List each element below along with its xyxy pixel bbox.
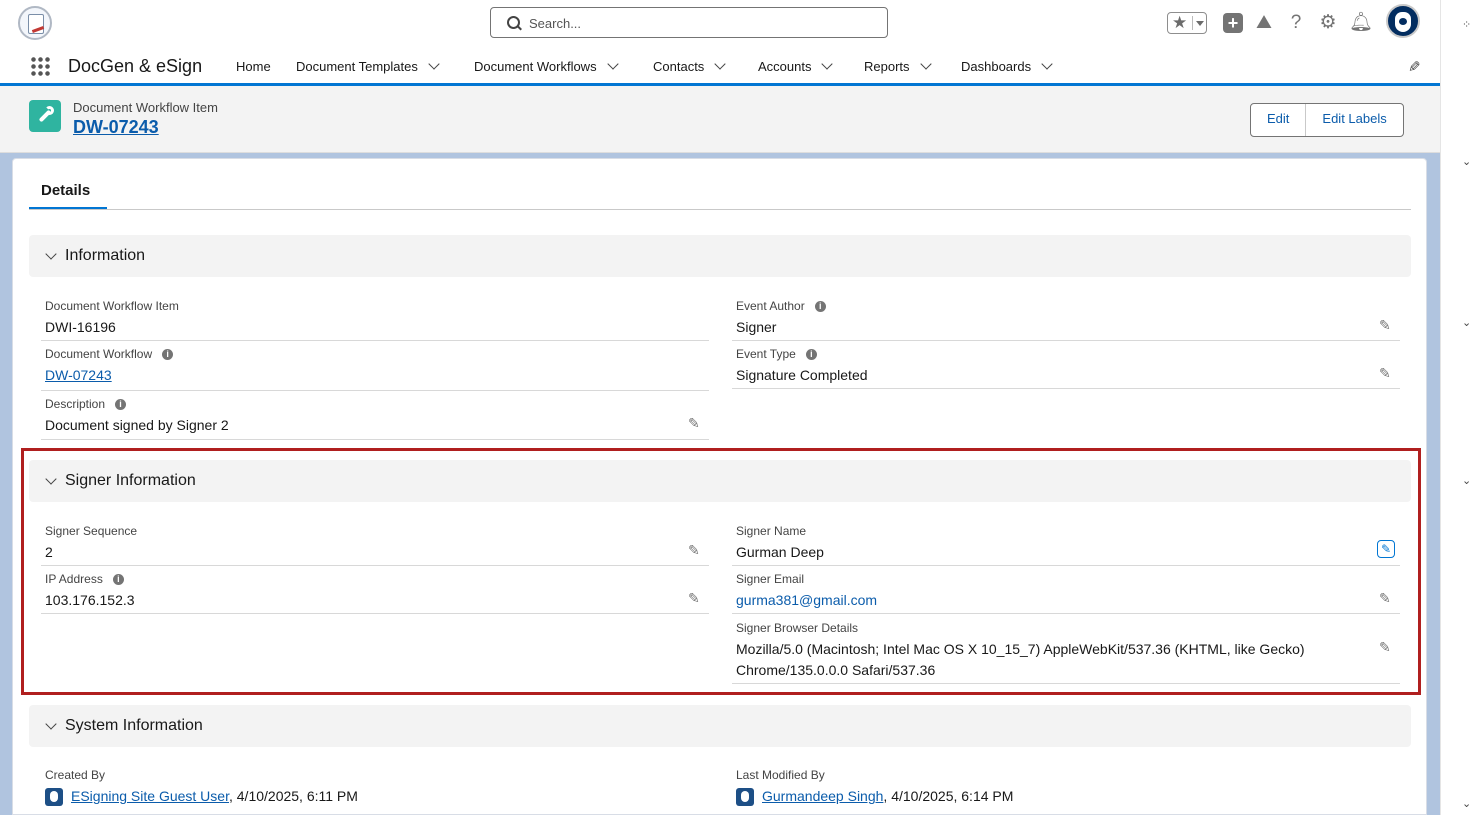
edit-pencil-icon[interactable]: ✎ <box>1379 317 1391 334</box>
notifications-bell-icon[interactable]: 🔔︎ <box>1349 12 1373 34</box>
record-title[interactable]: DW-07243 <box>73 117 159 138</box>
favorites-star-icon: ★ <box>1172 13 1188 32</box>
info-icon[interactable]: i <box>814 301 826 313</box>
tab-divider <box>29 209 1411 210</box>
app-name: DocGen & eSign <box>68 56 203 76</box>
record-actions: Edit Edit Labels <box>1250 103 1404 137</box>
tab-details[interactable]: Details <box>41 182 90 199</box>
section-information-header[interactable]: Information <box>29 235 1411 277</box>
object-type-label: Document Workflow Item <box>73 100 218 115</box>
chevron-down-icon <box>45 718 57 730</box>
field-value: DWI-16196 <box>45 319 116 335</box>
app-grid-icon[interactable]: ⁘ <box>1462 18 1471 31</box>
record-header <box>0 86 1440 153</box>
chevron-down-icon[interactable]: ⌄ <box>1462 474 1471 487</box>
trailhead-icon[interactable]: ⛰ <box>1253 12 1275 34</box>
chevron-down-icon[interactable] <box>1041 58 1053 70</box>
utility-panel-edge <box>1440 0 1473 815</box>
document-workflow-link[interactable]: DW-07243 <box>45 367 112 383</box>
edit-pencil-icon[interactable]: ✎ <box>688 415 700 432</box>
global-actions-plus-icon[interactable]: + <box>1223 13 1243 33</box>
favorites-button[interactable]: ★ <box>1167 12 1207 34</box>
user-icon <box>45 788 63 807</box>
help-icon[interactable]: ? <box>1285 12 1307 34</box>
edit-labels-button[interactable]: Edit Labels <box>1305 104 1402 136</box>
search-placeholder: Search... <box>529 16 582 31</box>
chevron-down-icon[interactable] <box>714 58 726 70</box>
global-search-input[interactable]: Search... <box>490 7 888 38</box>
nav-item-home[interactable]: Home <box>236 59 271 74</box>
chevron-down-icon[interactable]: ⌄ <box>1462 316 1471 329</box>
edit-pencil-icon[interactable]: ✎ <box>1379 365 1391 382</box>
chevron-down-icon[interactable] <box>919 58 932 70</box>
info-icon[interactable]: i <box>162 349 174 361</box>
highlight-annotation-box <box>21 448 1421 695</box>
nav-item-accounts[interactable]: Accounts <box>758 58 834 74</box>
chevron-down-icon[interactable] <box>821 58 834 70</box>
chevron-down-icon[interactable]: ⌄ <box>1462 155 1471 168</box>
nav-item-dashboards[interactable]: Dashboards <box>961 58 1053 74</box>
field-value: Signature Completed <box>736 367 868 383</box>
nav-item-document-workflows[interactable]: Document Workflows <box>474 58 619 74</box>
section-system-information-header[interactable]: System Information <box>29 705 1411 747</box>
nav-item-reports[interactable]: Reports <box>864 58 932 74</box>
app-launcher-icon[interactable] <box>30 56 50 76</box>
nav-item-contacts[interactable]: Contacts <box>653 58 726 74</box>
nav-item-document-templates[interactable]: Document Templates <box>296 58 440 74</box>
info-icon[interactable]: i <box>805 349 817 361</box>
setup-gear-icon[interactable]: ⚙ <box>1317 12 1339 34</box>
created-by-user-link[interactable]: ESigning Site Guest User <box>71 788 229 804</box>
section-title: System Information <box>65 717 203 734</box>
global-header: Search... ★ + ⛰ ? ⚙ 🔔︎ <box>0 0 1440 46</box>
chevron-down-icon[interactable] <box>606 58 619 70</box>
field-value: Signer <box>736 319 777 335</box>
field-value: Document signed by Signer 2 <box>45 417 229 433</box>
chevron-down-icon[interactable]: ⌄ <box>1462 797 1471 810</box>
favorites-dropdown-icon[interactable] <box>1192 16 1207 30</box>
info-icon[interactable]: i <box>115 399 127 411</box>
section-title: Information <box>65 247 146 264</box>
user-avatar[interactable] <box>1386 4 1420 38</box>
app-navigation: DocGen & eSign Home Document Templates D… <box>0 46 1440 86</box>
chevron-down-icon[interactable] <box>428 58 440 70</box>
chevron-down-icon <box>45 248 57 260</box>
org-logo[interactable] <box>18 6 52 40</box>
edit-button[interactable]: Edit <box>1251 104 1305 136</box>
modified-by-user-link[interactable]: Gurmandeep Singh <box>762 788 883 804</box>
search-icon <box>507 16 520 29</box>
wrench-icon <box>29 100 61 132</box>
user-icon <box>736 788 754 807</box>
edit-nav-pencil-icon[interactable]: ✎ <box>1408 58 1421 76</box>
